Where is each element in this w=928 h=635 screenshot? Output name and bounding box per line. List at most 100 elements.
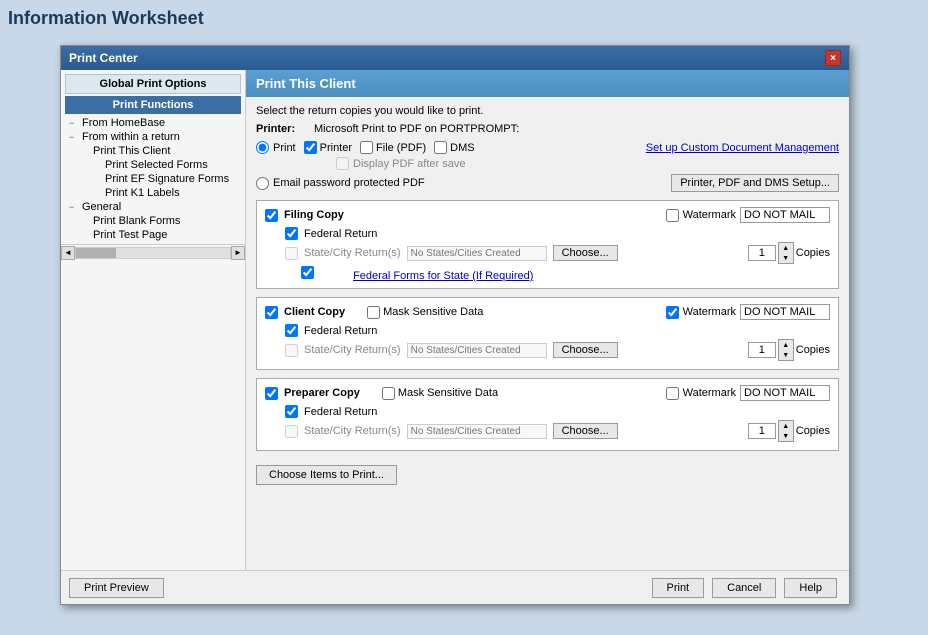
print-radio[interactable] — [256, 141, 269, 154]
filing-federal-checkbox[interactable] — [285, 227, 298, 240]
tree-item-print-k1-labels[interactable]: Print K1 Labels — [61, 186, 245, 200]
dialog-title: Print Center — [69, 51, 138, 65]
close-button[interactable]: × — [825, 50, 841, 66]
file-pdf-label: File (PDF) — [376, 142, 426, 154]
client-copies-spinner[interactable]: ▲ ▼ — [778, 339, 794, 361]
filing-fed-forms-checkbox[interactable] — [301, 266, 314, 279]
preparer-copies-label: Copies — [796, 425, 830, 437]
printer-pdf-dms-setup-button[interactable]: Printer, PDF and DMS Setup... — [671, 174, 839, 192]
subtitle: Select the return copies you would like … — [256, 105, 839, 117]
filing-copies-up[interactable]: ▲ — [779, 243, 793, 253]
email-radio[interactable] — [256, 177, 269, 190]
filing-choose-button[interactable]: Choose... — [553, 245, 618, 261]
preparer-federal-label: Federal Return — [304, 406, 377, 418]
expand-within-icon: − — [69, 132, 79, 142]
setup-custom-doc-link[interactable]: Set up Custom Document Management — [646, 142, 839, 154]
preparer-watermark-checkbox[interactable] — [666, 387, 679, 400]
filing-copy-checkbox[interactable] — [265, 209, 278, 222]
client-mask-checkbox[interactable] — [367, 306, 380, 319]
filing-state-input[interactable] — [407, 246, 547, 261]
client-watermark-label: Watermark — [683, 306, 736, 318]
printer-label: Printer: — [256, 123, 306, 135]
preparer-copy-section: Preparer Copy Mask Sensitive Data Waterm… — [256, 378, 839, 451]
client-state-label: State/City Return(s) — [304, 344, 401, 356]
client-federal-checkbox[interactable] — [285, 324, 298, 337]
preparer-mask-label: Mask Sensitive Data — [398, 387, 498, 399]
filing-copy-title: Filing Copy — [284, 209, 344, 221]
from-within-label: From within a return — [82, 131, 180, 143]
filing-watermark-checkbox[interactable] — [666, 209, 679, 222]
left-scrollbar[interactable]: ◄ ► — [61, 244, 245, 260]
preparer-copies-input[interactable] — [748, 423, 776, 439]
filing-fed-forms-link[interactable]: Federal Forms for State (If Required) — [353, 270, 533, 282]
scrollbar-thumb[interactable] — [76, 248, 116, 258]
preparer-watermark-label: Watermark — [683, 387, 736, 399]
print-test-page-label: Print Test Page — [93, 229, 167, 241]
client-state-input[interactable] — [407, 343, 547, 358]
tree-item-from-within[interactable]: − From within a return — [61, 130, 245, 144]
print-k1-labels-label: Print K1 Labels — [105, 187, 180, 199]
file-pdf-checkbox[interactable] — [360, 141, 373, 154]
preparer-watermark-group: Watermark — [666, 385, 830, 401]
client-choose-button[interactable]: Choose... — [553, 342, 618, 358]
tree-item-general[interactable]: − General — [61, 200, 245, 214]
client-mask-group: Mask Sensitive Data — [367, 306, 483, 319]
preparer-copies-spinner[interactable]: ▲ ▼ — [778, 420, 794, 442]
client-copies-input[interactable] — [748, 342, 776, 358]
preparer-mask-checkbox[interactable] — [382, 387, 395, 400]
expand-general-icon: − — [69, 202, 79, 212]
preparer-copies-down[interactable]: ▼ — [779, 431, 793, 441]
dms-checkbox-group: DMS — [434, 141, 474, 154]
print-preview-button[interactable]: Print Preview — [69, 578, 164, 598]
display-pdf-checkbox — [336, 157, 349, 170]
print-blank-forms-label: Print Blank Forms — [93, 215, 180, 227]
dms-checkbox[interactable] — [434, 141, 447, 154]
print-radio-label: Print — [273, 142, 296, 154]
client-copies-label: Copies — [796, 344, 830, 356]
filing-federal-row: Federal Return — [285, 227, 830, 240]
printer-row: Printer: Microsoft Print to PDF on PORTP… — [256, 123, 839, 135]
tree-item-print-blank-forms[interactable]: Print Blank Forms — [61, 214, 245, 228]
print-button[interactable]: Print — [652, 578, 705, 598]
scroll-right-arrow[interactable]: ► — [231, 246, 245, 260]
filing-state-checkbox — [285, 247, 298, 260]
printer-checkbox[interactable] — [304, 141, 317, 154]
client-watermark-input[interactable] — [740, 304, 830, 320]
tree-item-print-test-page[interactable]: Print Test Page — [61, 228, 245, 242]
choose-items-to-print-button[interactable]: Choose Items to Print... — [256, 465, 397, 485]
client-watermark-checkbox[interactable] — [666, 306, 679, 319]
client-copy-checkbox[interactable] — [265, 306, 278, 319]
filing-watermark-input[interactable] — [740, 207, 830, 223]
client-copies-up[interactable]: ▲ — [779, 340, 793, 350]
client-copies-group: ▲ ▼ Copies — [748, 339, 830, 361]
filing-watermark-label: Watermark — [683, 209, 736, 221]
tree-item-print-this-client[interactable]: Print This Client — [61, 144, 245, 158]
printer-checkbox-label: Printer — [320, 142, 352, 154]
preparer-watermark-input[interactable] — [740, 385, 830, 401]
scroll-left-arrow[interactable]: ◄ — [61, 246, 75, 260]
preparer-state-checkbox — [285, 425, 298, 438]
left-panel: Global Print Options Print Functions − F… — [61, 70, 246, 570]
preparer-copies-up[interactable]: ▲ — [779, 421, 793, 431]
tree-item-print-selected-forms[interactable]: Print Selected Forms — [61, 158, 245, 172]
filing-fed-forms-row: Federal Forms for State (If Required) — [265, 266, 830, 282]
filing-copies-spinner[interactable]: ▲ ▼ — [778, 242, 794, 264]
print-radio-group: Print — [256, 141, 296, 154]
preparer-federal-checkbox[interactable] — [285, 405, 298, 418]
client-copies-down[interactable]: ▼ — [779, 350, 793, 360]
filing-copies-down[interactable]: ▼ — [779, 253, 793, 263]
filing-copies-input[interactable] — [748, 245, 776, 261]
dms-label: DMS — [450, 142, 474, 154]
preparer-copy-checkbox[interactable] — [265, 387, 278, 400]
help-button[interactable]: Help — [784, 578, 837, 598]
scrollbar-track[interactable] — [75, 247, 231, 259]
preparer-choose-button[interactable]: Choose... — [553, 423, 618, 439]
dialog-titlebar: Print Center × — [61, 46, 849, 70]
printer-name: Microsoft Print to PDF on PORTPROMPT: — [314, 123, 519, 135]
preparer-state-input[interactable] — [407, 424, 547, 439]
client-federal-row: Federal Return — [285, 324, 830, 337]
preparer-mask-group: Mask Sensitive Data — [382, 387, 498, 400]
tree-item-from-homebase[interactable]: − From HomeBase — [61, 116, 245, 130]
cancel-button[interactable]: Cancel — [712, 578, 776, 598]
tree-item-print-ef-signature[interactable]: Print EF Signature Forms — [61, 172, 245, 186]
